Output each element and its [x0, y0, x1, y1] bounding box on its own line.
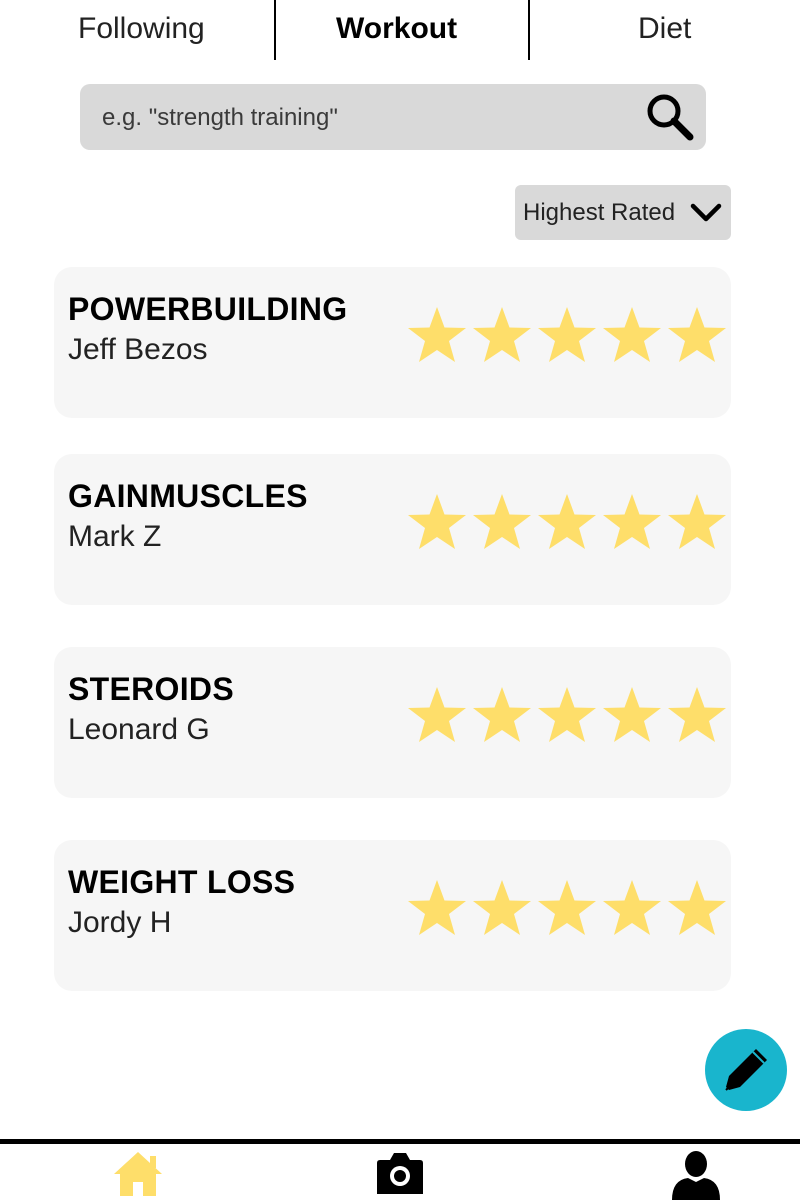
home-icon[interactable]	[112, 1150, 164, 1196]
workout-card[interactable]: STEROIDS Leonard G	[54, 647, 731, 798]
search-bar	[80, 84, 706, 152]
workout-card[interactable]: WEIGHT LOSS Jordy H	[54, 840, 731, 991]
search-icon[interactable]	[644, 91, 696, 143]
workout-title: WEIGHT LOSS	[68, 864, 296, 900]
workout-author: Jordy H	[68, 906, 172, 939]
star-icon	[408, 494, 466, 549]
star-icon	[408, 687, 466, 742]
star-icon	[668, 880, 726, 935]
pen-icon	[725, 1049, 767, 1091]
tab-following[interactable]: Following	[78, 0, 205, 60]
star-icon	[538, 880, 596, 935]
bottom-nav-divider	[0, 1139, 800, 1144]
tab-diet[interactable]: Diet	[638, 0, 691, 60]
tab-divider	[528, 0, 530, 60]
search-input[interactable]	[100, 84, 634, 152]
star-rating	[406, 305, 726, 365]
workout-title: POWERBUILDING	[68, 291, 348, 327]
sort-selected-label: Highest Rated	[523, 199, 676, 226]
star-icon	[408, 880, 466, 935]
workout-title: STEROIDS	[68, 671, 234, 707]
star-rating	[406, 492, 726, 552]
star-icon	[668, 307, 726, 362]
camera-icon[interactable]	[376, 1150, 424, 1194]
star-icon	[473, 687, 531, 742]
workout-title: GAINMUSCLES	[68, 478, 308, 514]
workout-card[interactable]: POWERBUILDING Jeff Bezos	[54, 267, 731, 418]
star-icon	[538, 687, 596, 742]
workout-author: Leonard G	[68, 713, 210, 746]
top-tabs: Following Workout Diet	[0, 0, 800, 60]
star-icon	[603, 307, 661, 362]
star-icon	[668, 687, 726, 742]
star-icon	[668, 494, 726, 549]
profile-icon[interactable]	[670, 1150, 722, 1200]
star-icon	[408, 307, 466, 362]
chevron-down-icon	[690, 203, 722, 222]
star-icon	[473, 880, 531, 935]
create-post-button[interactable]	[705, 1029, 787, 1111]
workout-author: Jeff Bezos	[68, 333, 208, 366]
workout-author: Mark Z	[68, 520, 162, 553]
star-icon	[538, 494, 596, 549]
star-icon	[473, 307, 531, 362]
star-rating	[406, 685, 726, 745]
sort-dropdown[interactable]: Highest Rated	[515, 185, 731, 240]
star-rating	[406, 878, 726, 938]
tab-workout[interactable]: Workout	[336, 0, 457, 60]
star-icon	[538, 307, 596, 362]
tab-divider	[274, 0, 276, 60]
star-icon	[473, 494, 531, 549]
star-icon	[603, 687, 661, 742]
workout-card[interactable]: GAINMUSCLES Mark Z	[54, 454, 731, 605]
star-icon	[603, 880, 661, 935]
star-icon	[603, 494, 661, 549]
